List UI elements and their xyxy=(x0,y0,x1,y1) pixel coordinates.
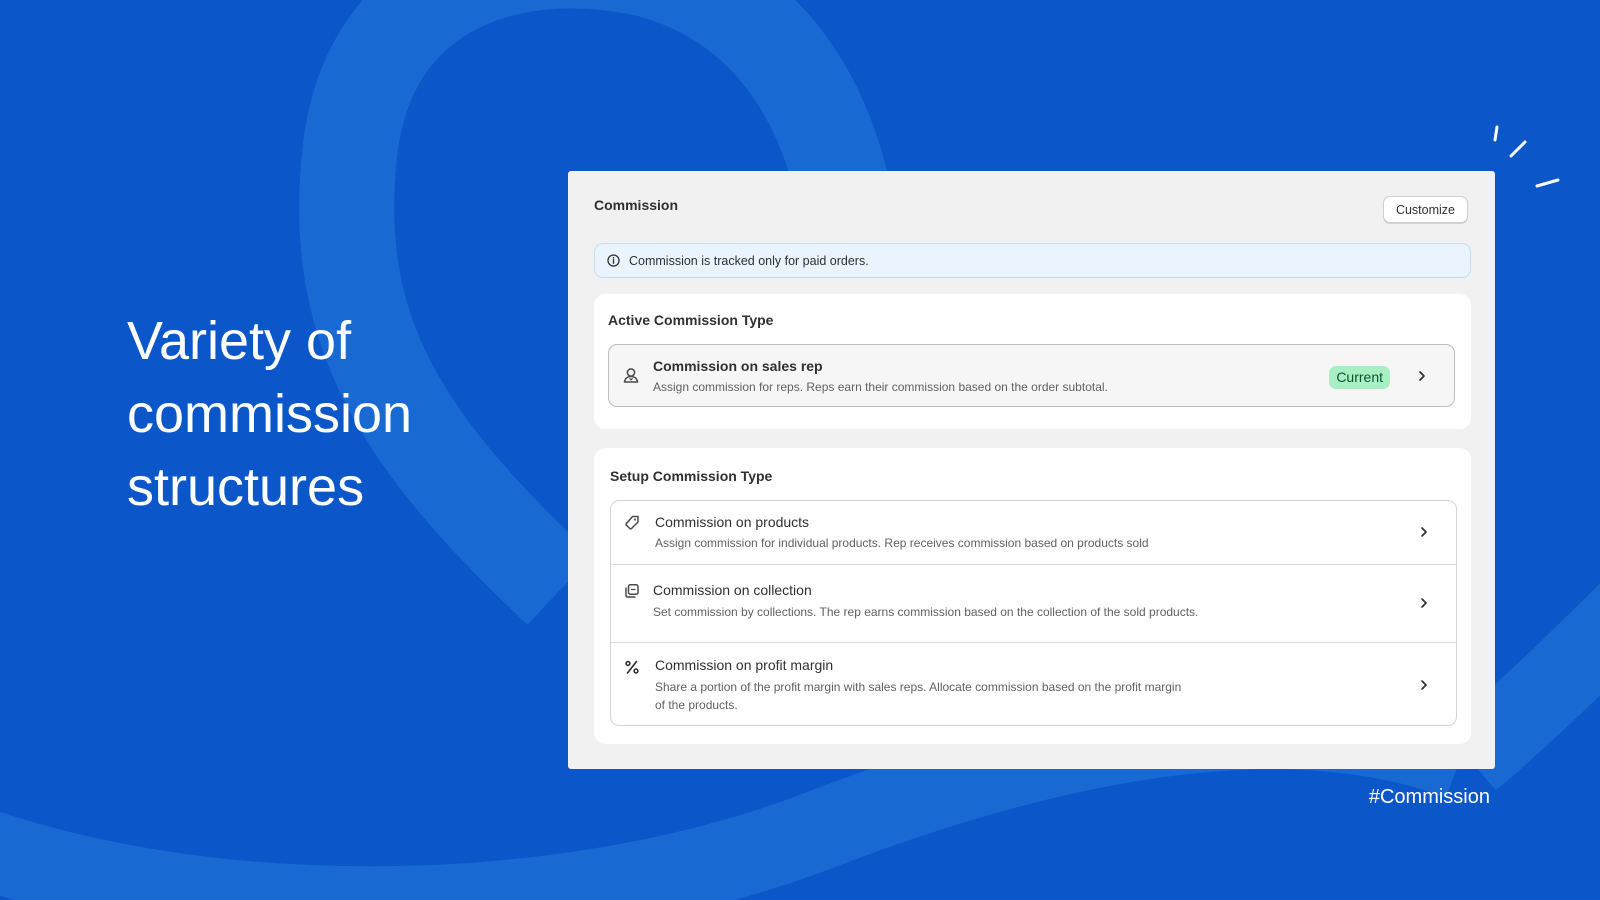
item-description: Share a portion of the profit margin wit… xyxy=(655,678,1181,714)
item-description-line: Share a portion of the profit margin wit… xyxy=(655,680,1182,694)
setup-commission-card: Setup Commission Type Commission on prod… xyxy=(594,448,1471,744)
commission-on-collection-item[interactable]: Commission on collection Set commission … xyxy=(611,564,1456,642)
setup-section-heading: Setup Commission Type xyxy=(610,468,773,484)
item-description: Set commission by collections. The rep e… xyxy=(653,605,1199,619)
item-title: Commission on sales rep xyxy=(653,358,823,374)
percent-icon xyxy=(625,660,639,674)
collection-icon xyxy=(625,584,639,598)
commission-on-products-item[interactable]: Commission on products Assign commission… xyxy=(611,501,1456,564)
info-icon xyxy=(607,254,620,267)
headline-line: Variety of xyxy=(127,311,352,371)
chevron-right-icon xyxy=(1421,527,1427,537)
headline-line: commission xyxy=(127,384,413,444)
banner-text: Commission is tracked only for paid orde… xyxy=(629,253,869,268)
commission-panel: Commission Customize Commission is track… xyxy=(568,171,1495,769)
customize-button[interactable]: Customize xyxy=(1382,196,1468,223)
panel-title: Commission xyxy=(594,197,679,213)
item-title: Commission on profit margin xyxy=(655,657,834,673)
item-description-line: of the products. xyxy=(655,698,738,712)
item-title: Commission on products xyxy=(655,514,810,530)
hashtag: #Commission xyxy=(1368,786,1490,808)
active-section-heading: Active Commission Type xyxy=(608,312,774,328)
chevron-right-icon xyxy=(1419,371,1425,381)
active-commission-card: Active Commission Type Commission on sal… xyxy=(594,294,1471,429)
chevron-right-icon xyxy=(1421,598,1427,608)
info-banner: Commission is tracked only for paid orde… xyxy=(594,243,1471,278)
commission-on-profit-margin-item[interactable]: Commission on profit margin Share a port… xyxy=(611,642,1456,725)
commission-on-sales-rep-item[interactable]: Commission on sales rep Assign commissio… xyxy=(608,344,1455,407)
tag-icon xyxy=(625,515,639,530)
item-title: Commission on collection xyxy=(653,582,812,598)
item-description: Assign commission for individual product… xyxy=(655,536,1149,550)
chevron-right-icon xyxy=(1421,680,1427,690)
user-icon xyxy=(623,368,639,383)
headline: Variety of commission structures xyxy=(127,305,487,524)
setup-commission-list: Commission on products Assign commission… xyxy=(610,500,1457,726)
current-badge: Current xyxy=(1329,366,1390,389)
item-description: Assign commission for reps. Reps earn th… xyxy=(653,380,1108,394)
headline-line: structures xyxy=(127,457,365,517)
